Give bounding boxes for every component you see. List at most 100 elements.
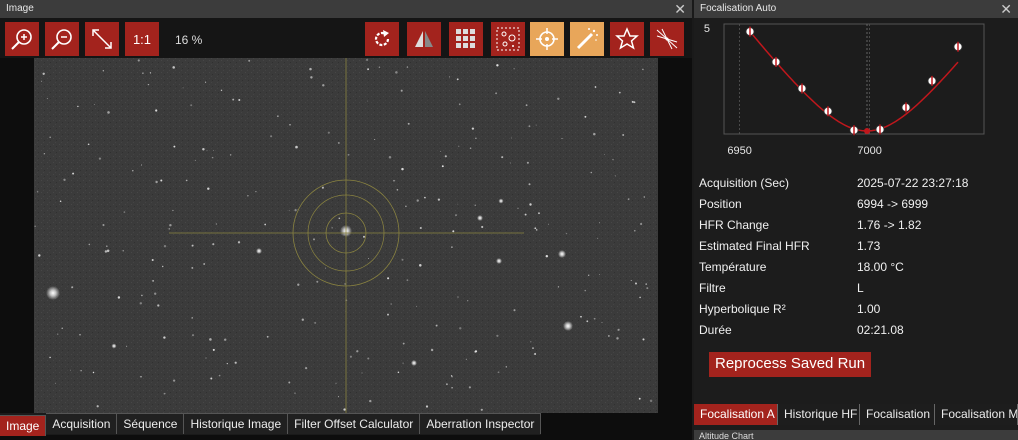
star [603,154,605,155]
star [104,250,108,253]
auto-stretch-button[interactable] [570,22,604,56]
tab-focalisation[interactable]: Focalisation [860,404,935,425]
star [212,348,215,351]
star [374,139,376,141]
star [123,211,126,213]
star [510,137,512,139]
star [517,207,519,209]
star [206,150,208,152]
star [294,392,296,394]
detail-value: 18.00 °C [857,260,904,274]
star [96,405,99,408]
bahtinov-button[interactable] [650,22,684,56]
flip-button[interactable] [407,22,441,56]
star [639,296,641,299]
star [395,71,398,74]
star [210,377,213,380]
close-icon[interactable]: ✕ [674,2,686,16]
star [57,333,59,335]
data-point [797,83,807,94]
tab-image[interactable]: Image [0,415,47,436]
star [294,209,297,212]
tab-historique-image[interactable]: Historique Image [184,413,289,434]
star [313,238,315,241]
star [529,203,532,206]
star [92,371,95,374]
rotate-button[interactable] [365,22,399,56]
star [297,283,300,286]
data-point [875,124,885,135]
star-icon [615,27,639,50]
star [234,361,237,364]
star [361,372,363,374]
tab-focalisation-manuelle[interactable]: Focalisation M [935,404,1018,425]
star [338,217,341,220]
star [212,243,215,246]
star [157,304,160,307]
star [580,315,582,318]
star [645,283,648,285]
one-to-one-button[interactable]: 1:1 [125,22,159,56]
star-detection-button[interactable] [491,22,525,56]
crosshair-button[interactable] [530,22,564,56]
reprocess-saved-run-button[interactable]: Reprocess Saved Run [709,352,872,377]
tab-focalisation-auto[interactable]: Focalisation A [694,404,778,425]
star [264,223,267,226]
star [325,267,326,269]
star [646,287,649,290]
star [71,286,74,289]
zoom-in-button[interactable] [5,22,39,56]
annotate-stars-button[interactable] [610,22,644,56]
star-field-image [34,58,658,413]
autofocus-titlebar: Focalisation Auto ✕ [694,0,1018,18]
detail-row-temperature: Température 18.00 °C [699,257,1014,278]
star [513,309,516,312]
bright-star [111,343,117,349]
fit-to-screen-button[interactable] [85,22,119,56]
star [223,338,227,341]
star [365,58,369,62]
star [237,241,241,244]
detail-row-filter: Filtre L [699,278,1014,299]
star-image-viewport[interactable] [34,58,658,413]
altitude-chart-panel: Altitude Chart [694,430,1018,440]
star [419,226,422,230]
star [369,399,372,403]
star [616,337,619,340]
star [314,321,317,324]
star [390,303,392,305]
autofocus-tabs: Focalisation A Historique HF Focalisatio… [694,404,1018,425]
y-tick-label: 5 [704,23,710,35]
tab-aberration-inspector[interactable]: Aberration Inspector [420,413,542,434]
tab-historique-hfr[interactable]: Historique HF [778,404,860,425]
star [163,336,166,339]
star [513,68,515,70]
star [337,396,340,398]
star [132,170,134,172]
star [87,143,90,146]
star [393,179,395,182]
detail-key: HFR Change [699,218,770,232]
star [331,227,333,229]
tab-acquisition[interactable]: Acquisition [46,413,118,434]
star [147,83,150,86]
star [387,313,389,316]
close-icon[interactable]: ✕ [1000,2,1012,16]
star [191,317,193,319]
zoom-out-button[interactable] [45,22,79,56]
star [266,335,269,338]
star [401,167,404,171]
x-tick-label: 7000 [857,145,881,157]
star [368,258,370,259]
grid-button[interactable] [449,22,483,56]
tab-filter-offset-calculator[interactable]: Filter Offset Calculator [288,413,421,434]
star [218,374,221,377]
star [61,327,63,329]
chart-plot-frame [723,23,985,135]
star [407,122,410,125]
detail-value: 2025-07-22 23:27:18 [857,176,969,190]
star [172,379,176,382]
star [205,357,207,359]
tab-sequence[interactable]: Séquence [117,413,185,434]
star [534,227,537,230]
